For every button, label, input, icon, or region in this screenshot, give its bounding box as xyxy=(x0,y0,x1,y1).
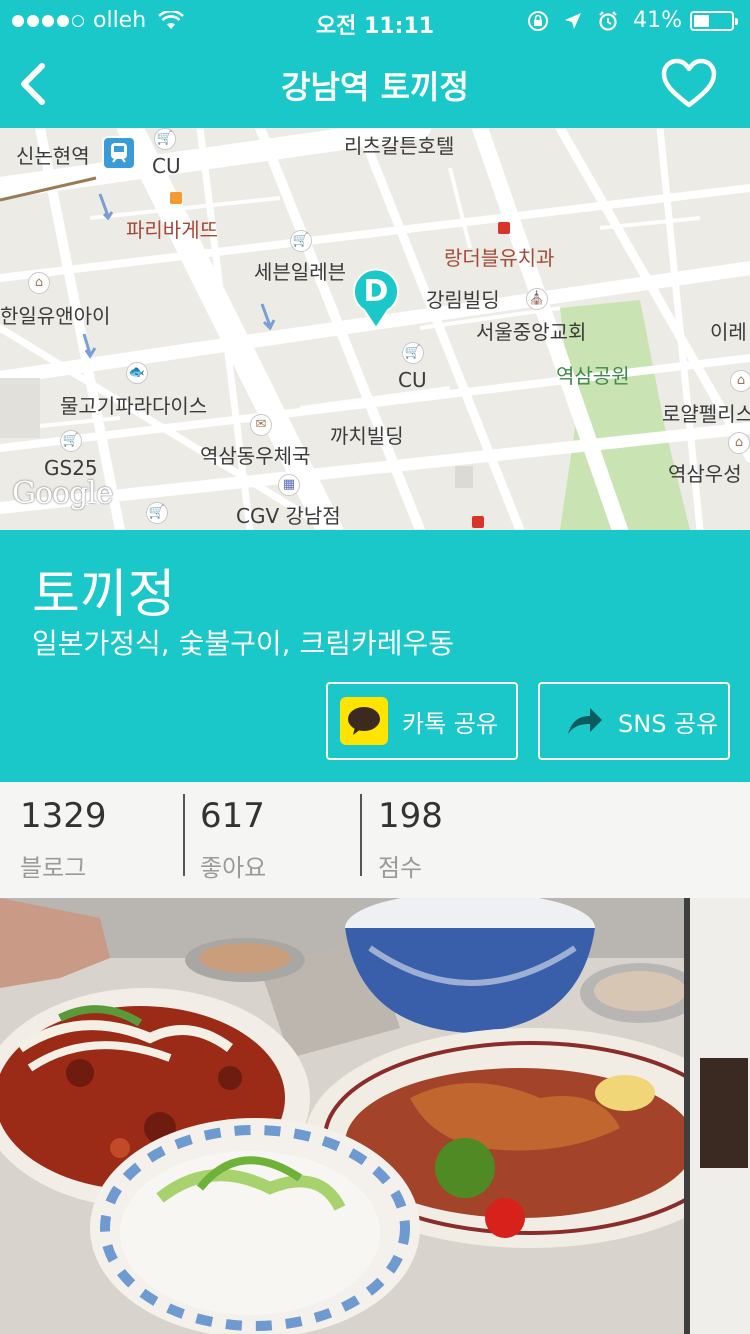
church-marker-icon: ⛪ xyxy=(526,288,548,310)
restaurant-info: 토끼정 일본가정식, 숯불구이, 크림카레우동 카톡 공유 SNS 공유 xyxy=(0,530,750,782)
home-marker-icon: ⌂ xyxy=(28,272,50,294)
app-header: olleh 오전 11:11 41% 강남역 토끼정 xyxy=(0,0,750,128)
stat-likes-value: 617 xyxy=(200,796,265,836)
back-chevron-icon[interactable] xyxy=(14,58,54,110)
stats-bar: 1329 블로그 617 좋아요 198 점수 xyxy=(0,782,750,898)
map-label-sinnonhyeon: 신논현역 xyxy=(16,144,90,168)
share-arrow-icon xyxy=(568,708,602,734)
map-label-seoulchurch: 서울중앙교회 xyxy=(476,320,587,344)
alarm-icon xyxy=(599,10,617,31)
stat-blog-value: 1329 xyxy=(20,796,107,836)
location-arrow-icon xyxy=(565,12,582,29)
cinema-marker-icon: ▦ xyxy=(278,474,300,496)
map-label-kkachi: 까치빌딩 xyxy=(330,424,404,448)
sns-share-button[interactable]: SNS 공유 xyxy=(538,682,730,760)
restaurant-map-marker[interactable]: D xyxy=(350,268,402,330)
stat-score-label: 점수 xyxy=(378,854,423,882)
map-label-yeoksam-park: 역삼공원 xyxy=(556,364,630,388)
location-map[interactable]: 신논현역 🛒 CU 리츠칼튼호텔 파리바게뜨 🛒 세븐일레븐 랑더블유치과 ⌂ … xyxy=(0,128,750,530)
stat-divider xyxy=(183,794,185,876)
battery-icon xyxy=(690,10,738,31)
status-right: 41% xyxy=(513,8,738,33)
shop-cart-icon: 🛒 xyxy=(154,128,176,150)
nav-bar: 강남역 토끼정 xyxy=(0,40,750,128)
map-label-ritz: 리츠칼튼호텔 xyxy=(344,134,455,158)
status-bar: olleh 오전 11:11 41% xyxy=(0,0,750,40)
post-office-marker-icon: ✉ xyxy=(250,414,272,436)
rotation-lock-icon xyxy=(528,10,549,31)
map-label-fish: 물고기파라다이스 xyxy=(60,394,208,418)
map-label-yeoksam-u: 역삼우성 xyxy=(668,462,742,486)
stat-divider xyxy=(360,794,362,876)
map-attribution-logo: Google xyxy=(12,476,114,511)
restaurant-name: 토끼정 xyxy=(32,565,176,625)
map-label-paris: 파리바게뜨 xyxy=(126,218,218,242)
marker-letter: D xyxy=(363,274,389,309)
map-label-seven: 세븐일레븐 xyxy=(254,260,346,284)
battery-percent: 41% xyxy=(633,8,682,33)
pet-store-marker-icon: 🐟 xyxy=(126,362,148,384)
map-label-cu2: CU xyxy=(398,368,427,392)
heart-icon[interactable] xyxy=(660,56,718,110)
restaurant-categories: 일본가정식, 숯불구이, 크림카레우동 xyxy=(32,627,455,660)
sns-share-label: SNS 공유 xyxy=(618,709,719,738)
shop-cart-icon: 🛒 xyxy=(146,502,168,524)
bakery-marker-icon xyxy=(170,192,182,204)
page-title: 강남역 토끼정 xyxy=(281,68,469,106)
map-label-post: 역삼동우체국 xyxy=(200,444,311,468)
food-photo[interactable] xyxy=(0,898,750,1334)
food-photo-illustration xyxy=(0,898,750,1334)
shop-cart-icon: 🛒 xyxy=(290,230,312,252)
metro-station-icon xyxy=(102,136,136,170)
map-label-hanil: 한일유앤아이 xyxy=(0,304,111,328)
map-label-royal: 로얄펠리스 xyxy=(662,402,750,426)
map-label-rangdeo: 랑더블유치과 xyxy=(444,246,555,270)
shop-cart-icon: 🛒 xyxy=(402,342,424,364)
map-label-ire: 이레 xyxy=(710,320,747,344)
stat-likes-label: 좋아요 xyxy=(200,854,267,882)
kakao-share-button[interactable]: 카톡 공유 xyxy=(326,682,518,760)
kakaotalk-icon xyxy=(340,697,388,745)
home-marker-icon: ⌂ xyxy=(728,432,750,454)
home-marker-icon: ⌂ xyxy=(730,370,750,392)
stat-score-value: 198 xyxy=(378,796,443,836)
map-label-kanglim: 강림빌딩 xyxy=(426,288,500,312)
kakao-share-label: 카톡 공유 xyxy=(402,709,498,738)
map-label-cu: CU xyxy=(152,154,181,178)
stat-blog-label: 블로그 xyxy=(20,854,87,882)
clinic-marker-icon xyxy=(498,222,510,234)
map-label-cgv: CGV 강남점 xyxy=(236,504,341,528)
shop-cart-icon: 🛒 xyxy=(60,430,82,452)
clinic-marker-icon xyxy=(472,516,484,528)
